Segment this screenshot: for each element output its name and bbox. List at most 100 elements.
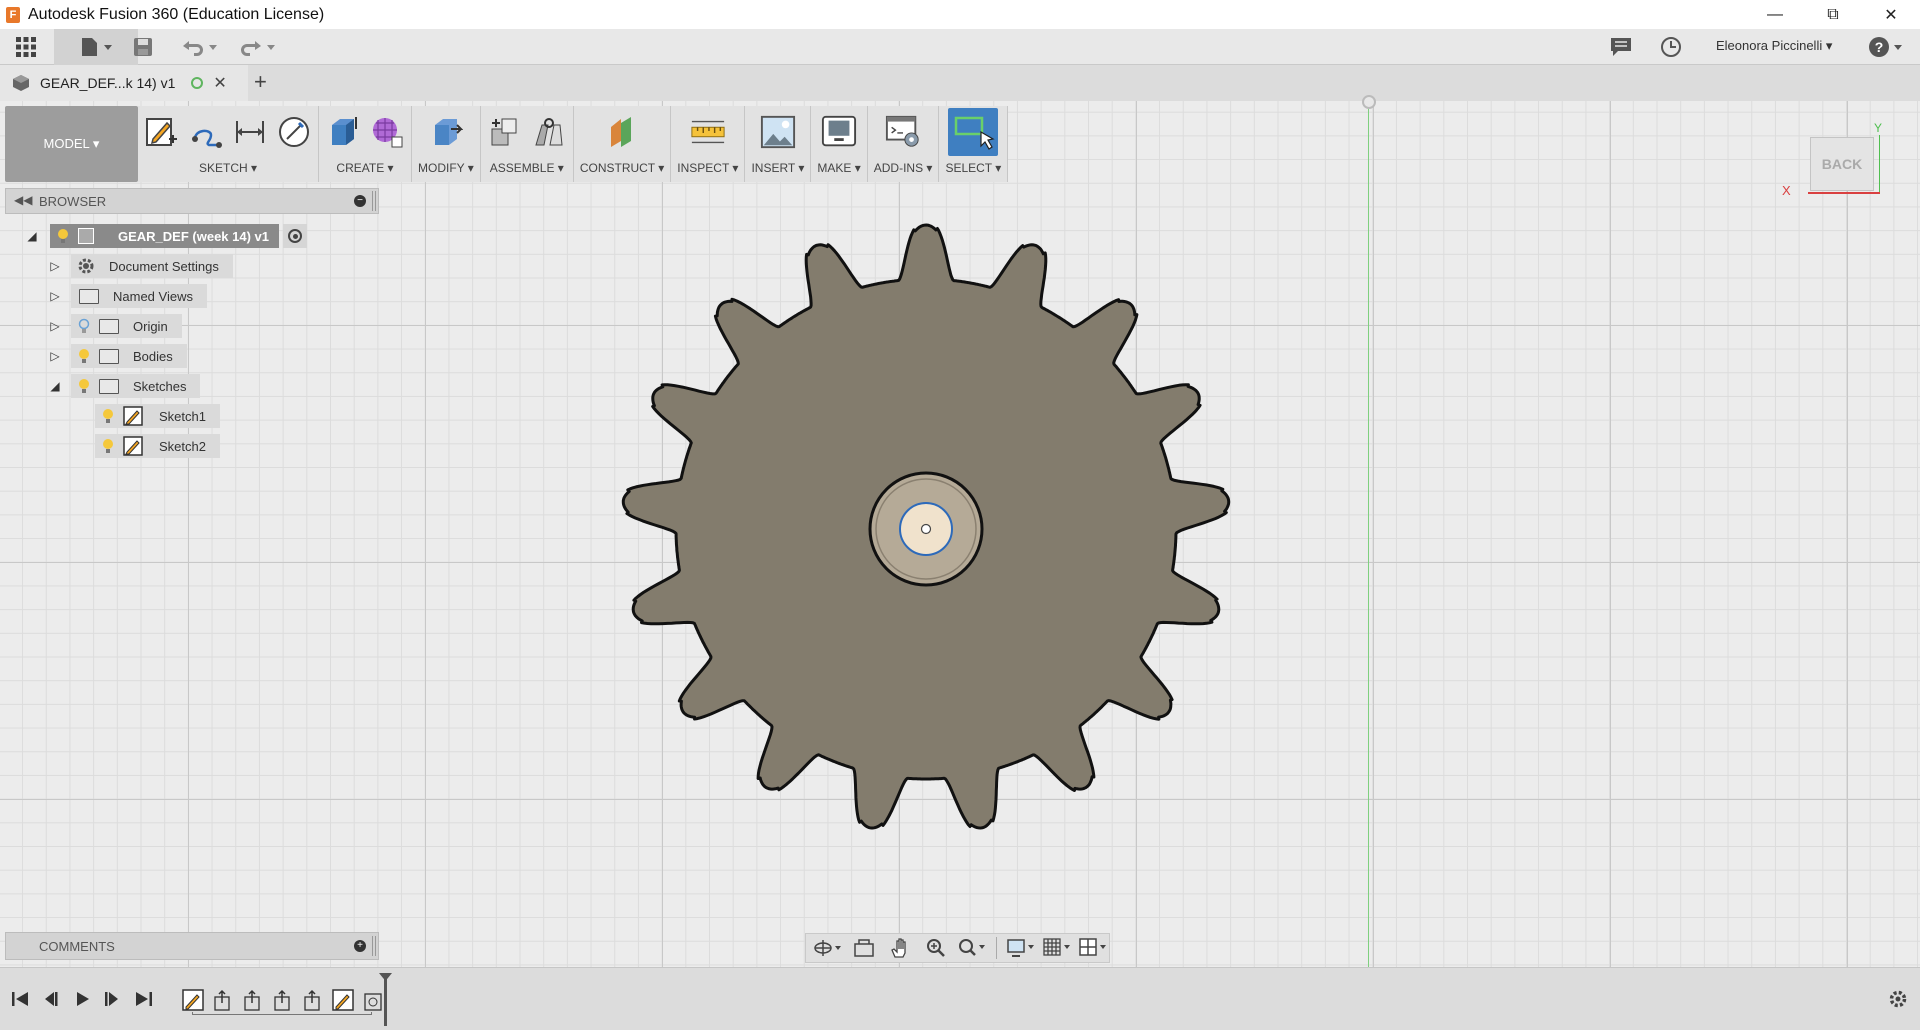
- go-to-beginning-icon[interactable]: [9, 988, 31, 1010]
- data-panel-grid-icon[interactable]: [8, 29, 44, 65]
- look-at-icon[interactable]: [848, 935, 880, 961]
- tree-node-sketch1[interactable]: Sketch1: [95, 404, 220, 428]
- timeline-sketch-feature-icon[interactable]: [181, 988, 205, 1012]
- tree-node-bodies[interactable]: Bodies: [71, 344, 187, 368]
- browser-minimize-icon[interactable]: −: [354, 195, 366, 207]
- make-menu[interactable]: MAKE ▾: [817, 158, 860, 178]
- activate-component-icon[interactable]: [283, 224, 308, 248]
- modify-menu[interactable]: MODIFY ▾: [418, 158, 474, 178]
- visibility-bulb-off-icon[interactable]: [77, 318, 91, 334]
- fit-zoom-window-icon[interactable]: [956, 935, 988, 961]
- restore-button[interactable]: ⧉: [1804, 0, 1862, 29]
- tree-node-sketches[interactable]: Sketches: [71, 374, 201, 398]
- save-icon[interactable]: [128, 29, 158, 65]
- sketch-menu[interactable]: SKETCH ▾: [199, 158, 257, 178]
- tree-label-sketches: Sketches: [133, 378, 187, 394]
- gear-model[interactable]: [601, 204, 1251, 854]
- expand-bodies-icon[interactable]: ▷: [47, 348, 63, 364]
- select-tool-icon[interactable]: [948, 108, 999, 156]
- extrude-icon[interactable]: [325, 114, 361, 150]
- timeline-bar: [0, 967, 1920, 1030]
- tree-label-sketch1: Sketch1: [159, 408, 206, 424]
- grid-snaps-icon[interactable]: [1041, 935, 1073, 961]
- offset-plane-icon[interactable]: [604, 114, 640, 150]
- redo-icon[interactable]: [236, 29, 278, 65]
- comments-resize-handle[interactable]: [372, 936, 376, 956]
- view-cube[interactable]: Y X BACK: [1782, 121, 1900, 211]
- tree-node-origin[interactable]: Origin: [71, 314, 182, 338]
- close-tab-icon[interactable]: ✕: [213, 73, 226, 93]
- notifications-icon[interactable]: [1606, 29, 1636, 65]
- go-to-end-icon[interactable]: [133, 988, 155, 1010]
- document-tab[interactable]: GEAR_DEF...k 14) v1 ✕: [0, 65, 248, 101]
- help-icon[interactable]: ?: [1866, 29, 1906, 65]
- scripts-addins-icon[interactable]: [885, 114, 921, 150]
- stop-sketch-icon[interactable]: [276, 114, 312, 150]
- document-icon: [78, 228, 94, 244]
- timeline-settings-gear-icon[interactable]: [1887, 988, 1909, 1010]
- visibility-bulb-icon[interactable]: [77, 378, 91, 394]
- create-menu[interactable]: CREATE ▾: [336, 158, 393, 178]
- folder-icon: [99, 348, 119, 364]
- close-window-button[interactable]: ✕: [1862, 0, 1920, 29]
- timeline-sketch-feature-icon[interactable]: [331, 988, 355, 1012]
- expand-document-settings-icon[interactable]: ▷: [47, 258, 63, 274]
- project-include-icon[interactable]: [188, 114, 224, 150]
- user-account-menu[interactable]: Eleonora Piccinelli ▾: [1716, 38, 1832, 54]
- view-cube-face-back[interactable]: BACK: [1810, 137, 1874, 191]
- expand-named-views-icon[interactable]: ▷: [47, 288, 63, 304]
- visibility-bulb-icon[interactable]: [101, 408, 115, 424]
- create-sketch-icon[interactable]: [144, 114, 180, 150]
- create-form-icon[interactable]: [369, 114, 405, 150]
- timeline-extrude-feature-icon[interactable]: [211, 988, 235, 1012]
- insert-image-icon[interactable]: [760, 114, 796, 150]
- tree-row-document-settings: ▷ Document Settings: [47, 254, 233, 278]
- timeline-marker[interactable]: [384, 976, 387, 1026]
- tree-node-root[interactable]: GEAR_DEF (week 14) v1: [50, 224, 280, 248]
- minimize-button[interactable]: —: [1746, 0, 1804, 29]
- measure-icon[interactable]: [690, 114, 726, 150]
- browser-resize-handle[interactable]: [372, 191, 376, 211]
- job-status-clock-icon[interactable]: [1656, 29, 1686, 65]
- timeline-pattern-feature-icon[interactable]: [361, 988, 385, 1012]
- timeline-extrude-feature-icon[interactable]: [241, 988, 265, 1012]
- step-back-icon[interactable]: [40, 988, 62, 1010]
- assemble-menu[interactable]: ASSEMBLE ▾: [490, 158, 564, 178]
- display-settings-icon[interactable]: [1005, 935, 1037, 961]
- visibility-bulb-icon[interactable]: [56, 228, 70, 244]
- collapse-browser-icon[interactable]: ◀◀: [14, 193, 32, 207]
- timeline-extrude-feature-icon[interactable]: [301, 988, 325, 1012]
- tree-node-document-settings[interactable]: Document Settings: [71, 254, 233, 278]
- comments-expand-icon[interactable]: +: [354, 940, 366, 952]
- timeline-marker-handle[interactable]: [379, 973, 392, 981]
- new-component-icon[interactable]: [487, 114, 523, 150]
- construct-menu[interactable]: CONSTRUCT ▾: [580, 158, 664, 178]
- select-menu[interactable]: SELECT ▾: [945, 158, 1001, 178]
- file-menu-button[interactable]: [54, 29, 138, 65]
- undo-icon[interactable]: [178, 29, 220, 65]
- 3d-print-icon[interactable]: [821, 114, 857, 150]
- press-pull-icon[interactable]: [428, 114, 464, 150]
- viewports-icon[interactable]: [1077, 935, 1109, 961]
- orbit-icon[interactable]: [812, 935, 844, 961]
- pan-hand-icon[interactable]: [884, 935, 916, 961]
- sketch-icon: [123, 436, 143, 456]
- timeline-extrude-feature-icon[interactable]: [271, 988, 295, 1012]
- expand-origin-icon[interactable]: ▷: [47, 318, 63, 334]
- visibility-bulb-icon[interactable]: [101, 438, 115, 454]
- addins-menu[interactable]: ADD-INS ▾: [874, 158, 933, 178]
- collapse-root-icon[interactable]: ◢: [24, 228, 40, 244]
- play-icon[interactable]: [71, 988, 93, 1010]
- zoom-icon[interactable]: [920, 935, 952, 961]
- joint-icon[interactable]: [531, 114, 567, 150]
- workspace-switcher[interactable]: MODEL ▾: [5, 106, 138, 182]
- new-tab-button[interactable]: +: [254, 69, 267, 95]
- visibility-bulb-icon[interactable]: [77, 348, 91, 364]
- inspect-menu[interactable]: INSPECT ▾: [677, 158, 738, 178]
- step-forward-icon[interactable]: [101, 988, 123, 1010]
- tree-node-sketch2[interactable]: Sketch2: [95, 434, 220, 458]
- collapse-sketches-icon[interactable]: ◢: [47, 378, 63, 394]
- tree-node-named-views[interactable]: Named Views: [71, 284, 207, 308]
- insert-menu[interactable]: INSERT ▾: [751, 158, 804, 178]
- sketch-dimension-icon[interactable]: [232, 114, 268, 150]
